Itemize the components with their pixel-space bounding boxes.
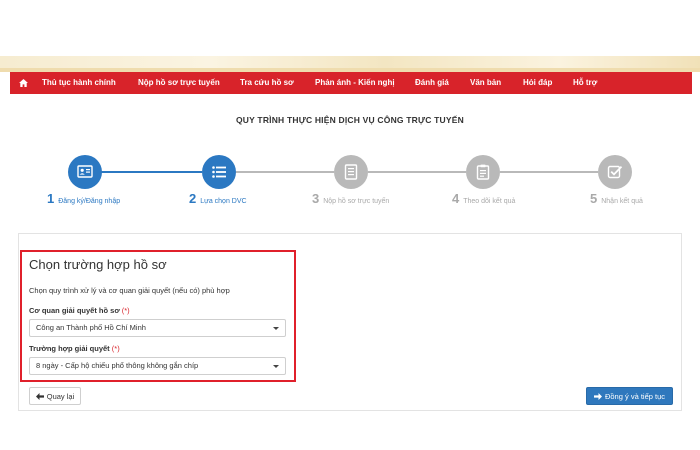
- home-icon: [18, 79, 28, 87]
- step-2-circle: [202, 155, 236, 189]
- nav-item-procedures[interactable]: Thủ tục hành chính: [42, 72, 116, 94]
- step-5-label: 5 Nhận kết quả: [590, 191, 643, 206]
- agency-label-text: Cơ quan giải quyết hồ sơ: [29, 306, 120, 315]
- step-number: 3: [312, 191, 320, 206]
- step-connector: [368, 171, 466, 173]
- checkbox-icon: [607, 165, 623, 179]
- step-3-circle: [334, 155, 368, 189]
- step-text: Theo dõi kết quả: [463, 198, 516, 205]
- arrow-right-icon: [593, 392, 602, 400]
- document-icon: [344, 164, 358, 180]
- nav-item-evaluation[interactable]: Đánh giá: [415, 72, 449, 94]
- step-text: Lựa chọn DVC: [200, 198, 247, 205]
- step-1-circle: [68, 155, 102, 189]
- back-button-label: Quay lại: [46, 391, 75, 401]
- form-description: Chọn quy trình xử lý và cơ quan giải quy…: [29, 286, 230, 295]
- nav-home-button[interactable]: [10, 72, 36, 94]
- agree-continue-label: Đồng ý và tiếp tục: [604, 391, 666, 401]
- id-card-icon: [77, 165, 93, 178]
- nav-item-submit-online[interactable]: Nộp hồ sơ trực tuyến: [138, 72, 220, 94]
- step-number: 4: [452, 191, 460, 206]
- step-text: Đăng ký/Đăng nhập: [58, 198, 121, 205]
- step-4-label: 4 Theo dõi kết quả: [452, 191, 515, 206]
- step-connector: [100, 171, 202, 173]
- page-title: QUY TRÌNH THỰC HIỆN DỊCH VỤ CÔNG TRỰC TU…: [236, 115, 464, 125]
- nav-item-lookup[interactable]: Tra cứu hồ sơ: [240, 72, 294, 94]
- case-select-value: 8 ngày - Cấp hộ chiếu phổ thông không gắ…: [36, 361, 199, 370]
- case-label-text: Trường hợp giải quyết: [29, 344, 110, 353]
- nav-item-documents[interactable]: Văn bản: [470, 72, 501, 94]
- nav-item-support[interactable]: Hỗ trợ: [573, 72, 597, 94]
- header-banner: [0, 56, 700, 72]
- step-3-label: 3 Nộp hồ sơ trực tuyến: [312, 191, 389, 206]
- step-4-circle: [466, 155, 500, 189]
- back-button[interactable]: Quay lại: [29, 387, 81, 405]
- case-select[interactable]: 8 ngày - Cấp hộ chiếu phổ thông không gắ…: [29, 357, 286, 375]
- step-1-label: 1 Đăng ký/Đăng nhập: [47, 191, 120, 206]
- step-text: Nộp hồ sơ trực tuyến: [323, 198, 390, 205]
- required-marker: (*): [121, 306, 130, 315]
- case-field-label: Trường hợp giải quyết (*): [29, 344, 120, 353]
- agree-continue-button[interactable]: Đồng ý và tiếp tục: [586, 387, 673, 405]
- nav-item-feedback[interactable]: Phản ánh - Kiến nghị: [315, 72, 395, 94]
- step-number: 1: [47, 191, 55, 206]
- list-icon: [212, 166, 226, 178]
- step-number: 5: [590, 191, 598, 206]
- step-2-label: 2 Lựa chọn DVC: [189, 191, 247, 206]
- step-number: 2: [189, 191, 197, 206]
- chevron-down-icon: [273, 365, 279, 368]
- main-nav: Thủ tục hành chính Nộp hồ sơ trực tuyến …: [10, 72, 692, 94]
- required-marker: (*): [111, 344, 120, 353]
- step-connector: [500, 171, 598, 173]
- clipboard-icon: [476, 164, 490, 180]
- step-5-circle: [598, 155, 632, 189]
- arrow-left-icon: [35, 392, 44, 400]
- chevron-down-icon: [273, 327, 279, 330]
- agency-select-value: Công an Thành phố Hồ Chí Minh: [36, 323, 146, 332]
- step-text: Nhận kết quả: [601, 198, 643, 205]
- page: Thủ tục hành chính Nộp hồ sơ trực tuyến …: [0, 0, 700, 450]
- step-connector: [236, 171, 334, 173]
- agency-field-label: Cơ quan giải quyết hồ sơ (*): [29, 306, 130, 315]
- agency-select[interactable]: Công an Thành phố Hồ Chí Minh: [29, 319, 286, 337]
- form-heading: Chọn trường hợp hồ sơ: [29, 257, 167, 272]
- nav-item-faq[interactable]: Hỏi đáp: [523, 72, 552, 94]
